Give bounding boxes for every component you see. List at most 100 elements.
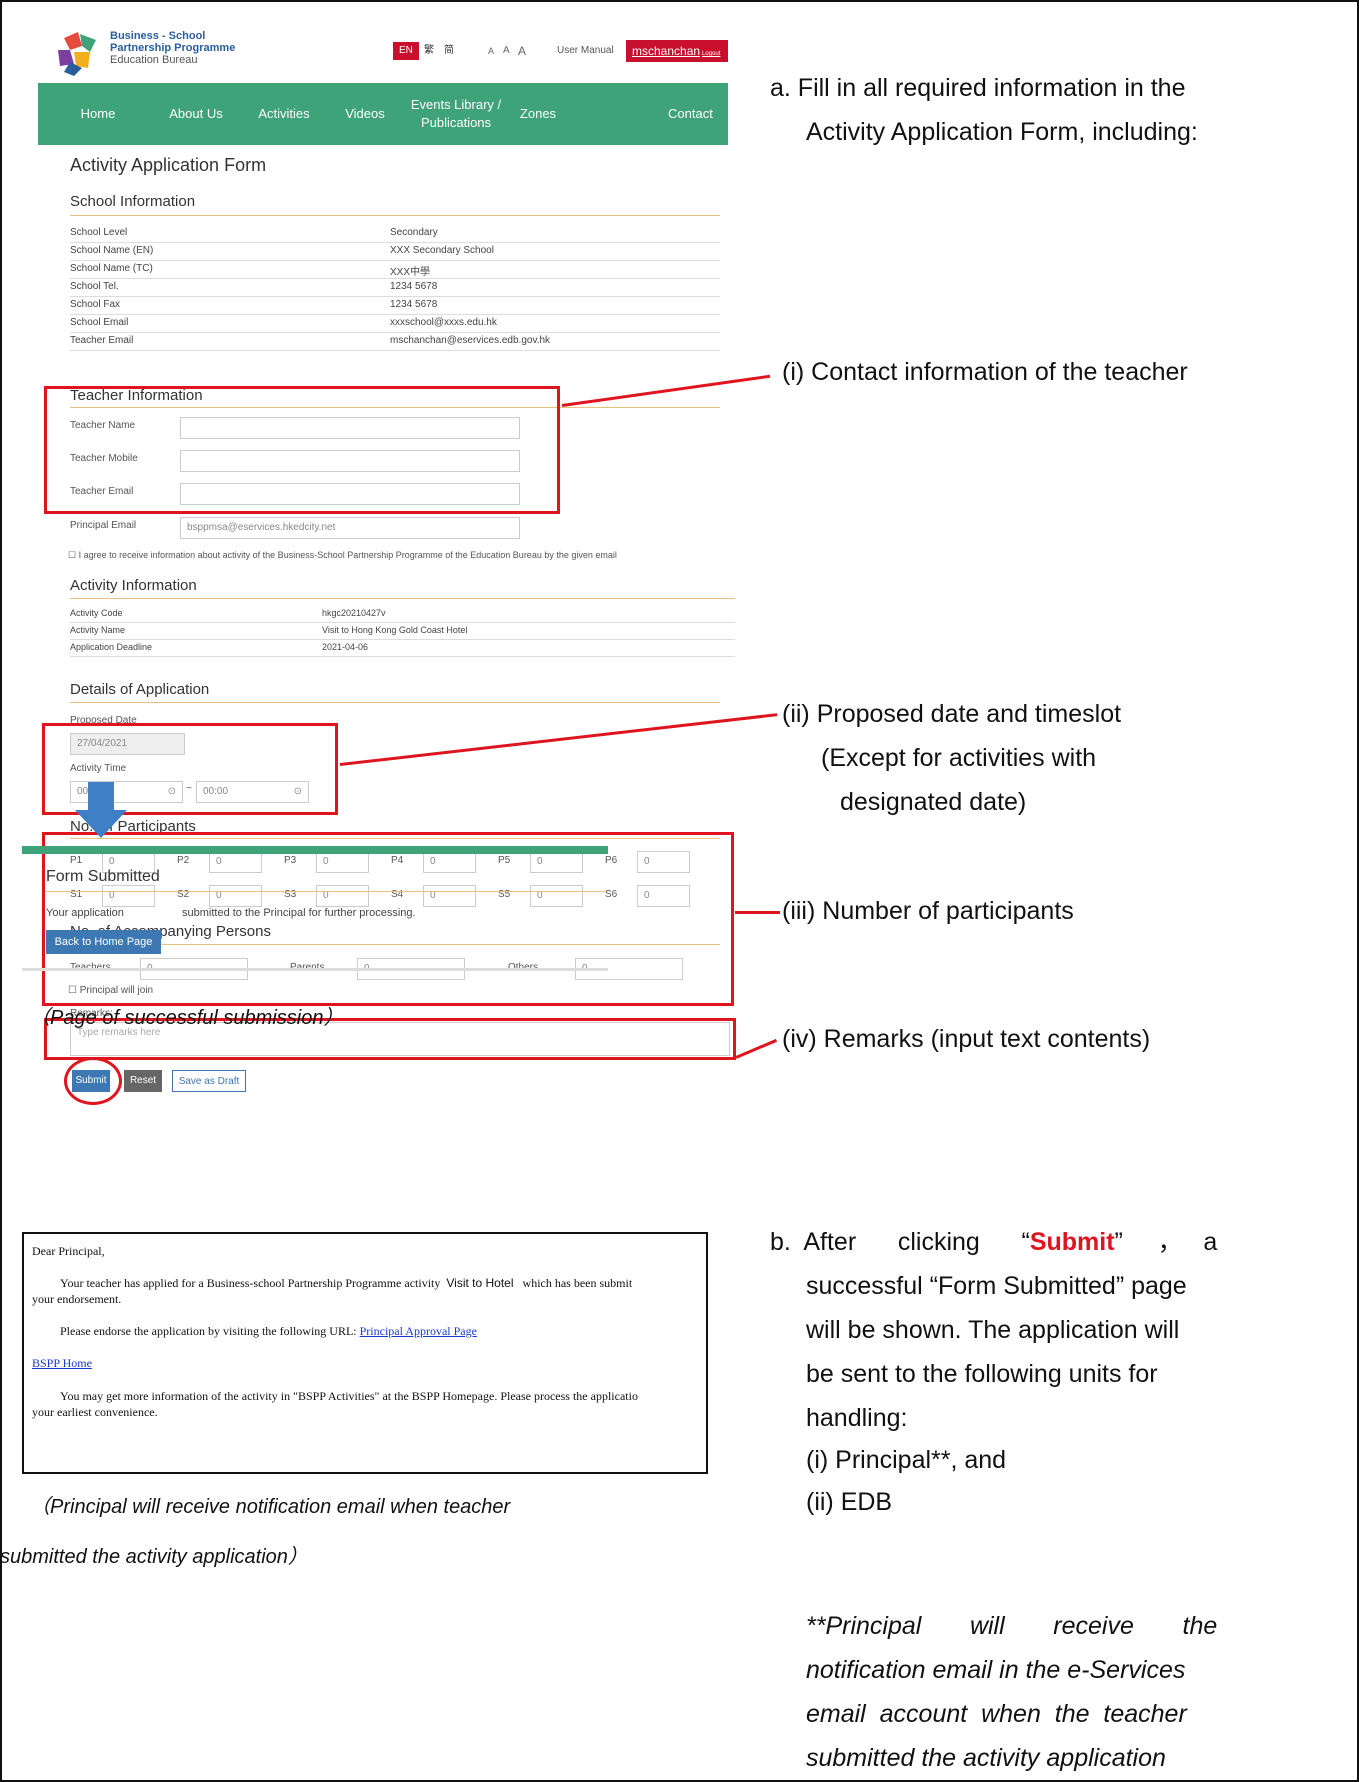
email-home-row: BSPP Home [32,1356,92,1371]
email-activity-name: Visit to Hotel [446,1276,514,1290]
note-line2: notification email in the e-Services [806,1656,1186,1684]
submitted-text-end: submitted to the Principal for further p… [182,907,416,919]
highlight-teacher-info [44,386,560,514]
nav-contact[interactable]: Contact [668,83,728,145]
email-greeting: Dear Principal, [32,1244,105,1258]
submitted-text-start: Your application [46,907,124,919]
username: mschanchan [632,44,701,58]
font-size-large-button[interactable]: A [518,42,526,60]
school-info-value: 1234 5678 [390,281,438,292]
agree-checkbox-row[interactable]: ☐ I agree to receive information about a… [68,550,617,561]
save-draft-button[interactable]: Save as Draft [172,1070,246,1092]
highlight-submit-circle [64,1057,122,1105]
email-line3: Please endorse the application by visiti… [60,1324,477,1339]
divider [70,598,735,599]
submitted-caption: （Page of successful submission） [30,1007,344,1029]
divider [22,968,608,971]
agree-label: I agree to receive information about act… [78,550,617,560]
nav-events-library[interactable]: Events Library / Publications [401,83,511,145]
activity-info-label: Activity Code [70,608,123,618]
lang-en-button[interactable]: EN [393,42,419,60]
nav-videos[interactable]: Videos [320,83,410,145]
logout-link[interactable]: Logout [702,51,720,57]
form-title: Activity Application Form [70,155,267,175]
school-info-label: Teacher Email [70,335,134,346]
school-info-value: Secondary [390,227,438,238]
school-info-label: School Email [70,317,129,328]
instruction-a-line1: a. Fill in all required information in t… [770,74,1186,102]
user-account-button[interactable]: mschanchan Logout [626,40,728,62]
instruction-b-5: handling: [806,1404,908,1432]
email-line1: Your teacher has applied for a Business-… [60,1276,632,1291]
nav-about-us[interactable]: About Us [146,83,246,145]
instruction-b-2: successful “Form Submitted” page [806,1272,1187,1300]
logo-line-2: Partnership Programme [110,42,236,54]
school-info-value: 1234 5678 [390,299,438,310]
notification-email: Dear Principal, Your teacher has applied… [22,1232,708,1474]
instruction-ii-1: (ii) Proposed date and timeslot [782,700,1122,728]
down-arrow-head-icon [75,810,127,838]
school-info-value: XXX中學 [390,267,431,278]
school-info-label: School Fax [70,299,121,310]
instruction-b-end: ” ， a [1114,1228,1218,1256]
bspp-home-link[interactable]: BSPP Home [32,1356,92,1370]
nav-activities[interactable]: Activities [234,83,334,145]
logo-line-1: Business - School [110,30,206,42]
email-caption-1: （Principal will receive notification ema… [30,1496,511,1518]
font-size-small-button[interactable]: A [488,42,494,60]
activity-info-value: Visit to Hong Kong Gold Coast Hotel [322,625,468,635]
nav-home[interactable]: Home [38,83,158,145]
school-info-label: School Name (TC) [70,263,153,274]
submitted-nav-bar [22,846,608,854]
highlight-participants [42,832,734,1006]
principal-email-field: bsppmsa@eservices.hkedcity.net [180,517,520,539]
logo-line-3: Education Bureau [110,54,198,66]
activity-info-value: hkgc20210427v [322,608,386,618]
row-divider [70,656,735,657]
lang-trad-button[interactable]: 繁 [418,42,440,60]
note-line4: submitted the activity application [806,1744,1166,1772]
logo-text: Business - School Partnership Programme … [110,30,235,66]
instruction-iii: (iii) Number of participants [782,897,1074,925]
font-size-medium-button[interactable]: A [503,42,510,60]
email-line4: You may get more information of the acti… [60,1389,638,1403]
email-line3-text: Please endorse the application by visiti… [60,1324,357,1338]
row-divider [70,260,720,261]
divider [70,215,720,216]
down-arrow-icon [88,782,114,812]
agree-checkbox[interactable]: ☐ [68,550,79,560]
email-line5: your earliest convenience. [32,1405,158,1419]
divider [46,891,606,892]
instruction-ii-3: designated date) [840,788,1027,816]
email-line1-end: which has been submit [522,1276,633,1290]
form-submitted-title: Form Submitted [46,868,160,885]
note-line1: **Principal will receive the [806,1612,1218,1640]
instruction-b-line1: b. After clicking “Submit” ， a [770,1222,1217,1262]
note-line3: email account when the teacher [806,1700,1187,1728]
divider [70,702,720,703]
details-heading: Details of Application [70,681,210,698]
instruction-b-4: be sent to the following units for [806,1360,1158,1388]
back-home-button[interactable]: Back to Home Page [46,930,161,954]
nav-zones[interactable]: Zones [503,83,573,145]
instruction-i: (i) Contact information of the teacher [782,358,1188,386]
pointer-line [735,911,780,914]
principal-approval-link[interactable]: Principal Approval Page [360,1324,477,1338]
instruction-b-3: will be shown. The application will [806,1316,1180,1344]
email-line2: your endorsement. [32,1292,122,1306]
user-manual-link[interactable]: User Manual [557,42,614,60]
lang-simp-button[interactable]: 简 [438,42,460,60]
instruction-ii-2: (Except for activities with [821,744,1097,772]
email-line1-text: Your teacher has applied for a Business-… [60,1276,441,1290]
row-divider [70,296,720,297]
reset-button[interactable]: Reset [124,1070,162,1092]
school-info-heading: School Information [70,193,196,210]
instruction-submit-word: Submit [1029,1228,1115,1256]
instruction-a-line2: Activity Application Form, including: [806,118,1198,146]
school-info-value: xxxschool@xxxs.edu.hk [390,317,497,328]
activity-info-label: Application Deadline [70,642,153,652]
school-info-label: School Level [70,227,128,238]
bspp-logo-icon[interactable] [52,28,102,78]
instruction-b-7: (ii) EDB [806,1488,893,1516]
principal-email-label: Principal Email [70,520,137,531]
